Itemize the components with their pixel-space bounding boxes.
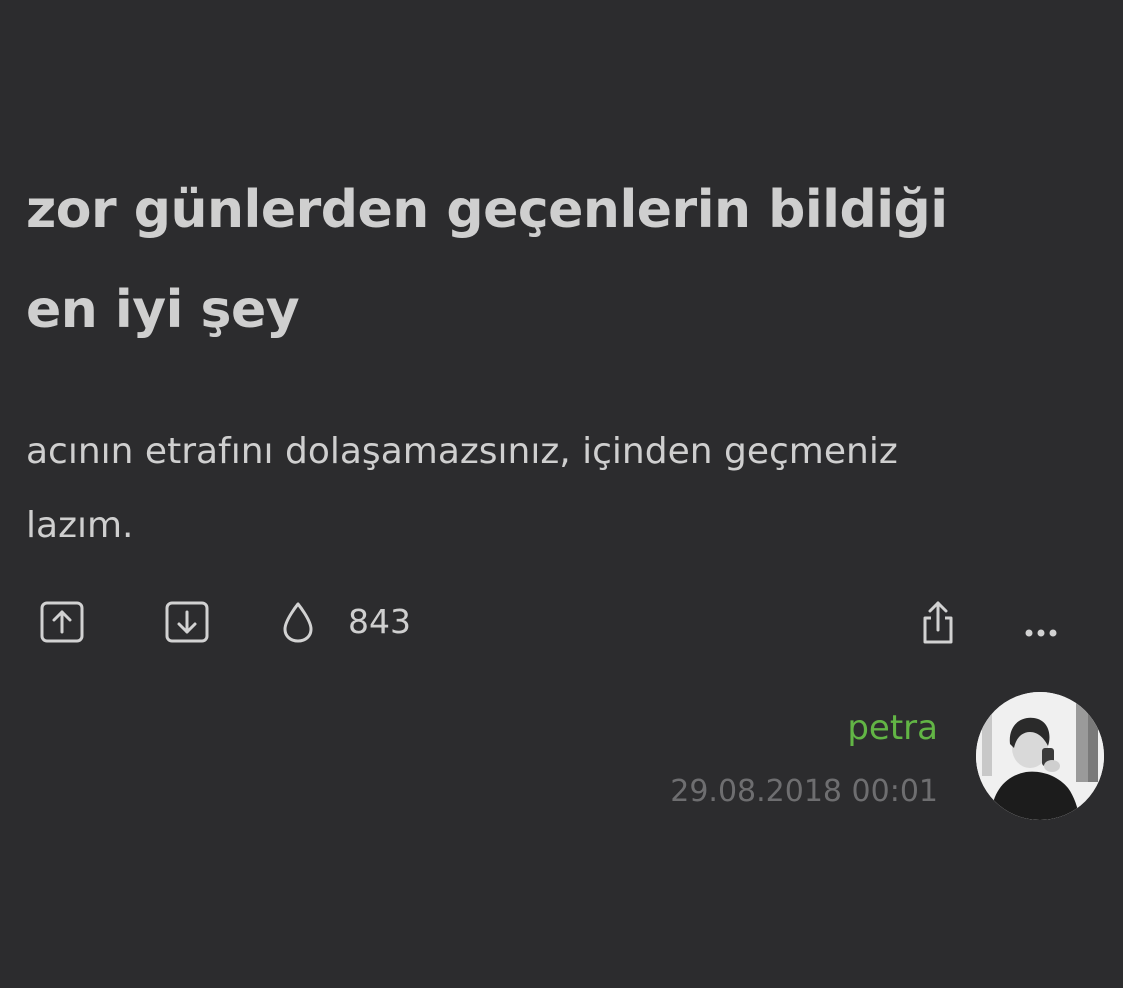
avatar-photo xyxy=(976,692,1104,820)
author-avatar[interactable] xyxy=(976,692,1104,820)
downvote-button[interactable] xyxy=(163,598,211,646)
upvote-button[interactable] xyxy=(38,598,86,646)
arrow-up-square-icon xyxy=(40,601,84,643)
entry-title-line-2: en iyi şey xyxy=(26,280,300,340)
entry-body-line-1: acının etrafını dolaşamazsınız, içinden … xyxy=(26,431,898,472)
more-options-button[interactable] xyxy=(1017,598,1065,646)
entry-body: acının etrafını dolaşamazsınız, içinden … xyxy=(26,415,1086,563)
favorite-button[interactable] xyxy=(274,598,322,646)
drop-icon xyxy=(283,602,313,643)
share-icon xyxy=(923,601,953,644)
share-button[interactable] xyxy=(914,598,962,646)
arrow-down-square-icon xyxy=(165,601,209,643)
entry-title-line-1: zor günlerden geçenlerin bildiği xyxy=(26,180,948,240)
entry-title[interactable]: zor günlerden geçenlerin bildiği en iyi … xyxy=(26,160,1086,360)
favorite-count[interactable]: 843 xyxy=(348,602,411,642)
entry-card: zor günlerden geçenlerin bildiği en iyi … xyxy=(0,0,1123,988)
author-link[interactable]: petra xyxy=(847,706,938,750)
more-dots-icon xyxy=(1025,629,1057,637)
entry-date-link[interactable]: 29.08.2018 00:01 xyxy=(670,772,938,812)
entry-actions-bar: 843 xyxy=(0,592,1123,652)
entry-body-line-2: lazım. xyxy=(26,505,134,546)
